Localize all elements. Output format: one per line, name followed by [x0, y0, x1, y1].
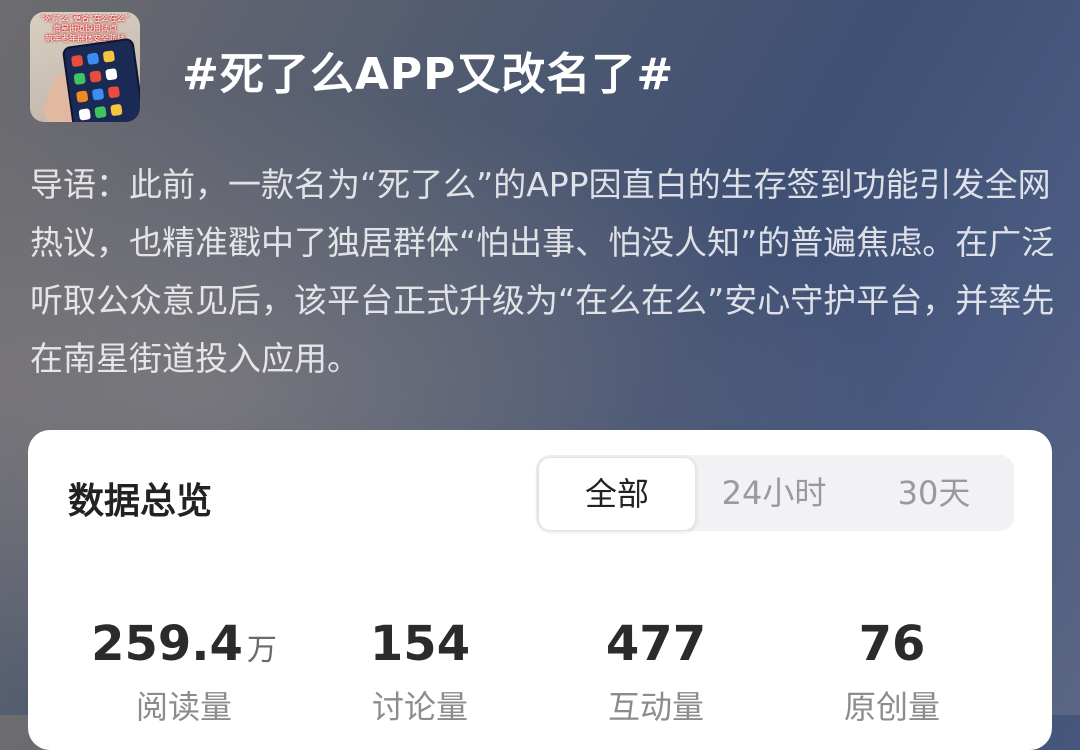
- time-range-segmented-control: 全部 24小时 30天: [536, 455, 1014, 531]
- thumbnail-caption-line-1: “死了么”更名“在么在么”: [40, 14, 130, 23]
- stat-value: 477: [605, 616, 707, 672]
- stat-discussions[interactable]: 154 讨论量: [300, 616, 540, 728]
- stat-value: 154: [369, 616, 471, 672]
- overview-title: 数据总览: [68, 481, 213, 522]
- stat-label: 阅读量: [135, 688, 232, 726]
- tab-24-hours[interactable]: 24小时: [696, 455, 852, 531]
- stat-label: 原创量: [843, 688, 940, 726]
- stat-interactions[interactable]: 477 互动量: [536, 616, 776, 728]
- stat-value: 259.4: [91, 616, 243, 672]
- stat-reads[interactable]: 259.4 万 阅读量: [64, 616, 304, 728]
- stat-unit: 万: [246, 633, 277, 668]
- topic-thumbnail[interactable]: “死了么”更名“在么在么” 南星街道投用试点 筑牢老年群体安全防线: [30, 12, 140, 122]
- tab-all[interactable]: 全部: [538, 457, 696, 531]
- thumbnail-caption-line-2: 南星街道投用试点: [53, 24, 117, 33]
- stat-value: 76: [858, 616, 926, 672]
- tab-30-days[interactable]: 30天: [856, 455, 1012, 531]
- phone-image: [61, 37, 140, 122]
- stat-originals[interactable]: 76 原创量: [772, 616, 1012, 728]
- data-overview-card: 数据总览 全部 24小时 30天 259.4 万 阅读量 154 讨论量 477 …: [28, 430, 1052, 750]
- stat-label: 讨论量: [371, 688, 468, 726]
- stat-label: 互动量: [607, 688, 704, 726]
- topic-intro: 导语：此前，一款名为“死了么”的APP因直白的生存签到功能引发全网热议，也精准戳…: [30, 165, 1055, 378]
- topic-title: #死了么APP又改名了#: [182, 49, 675, 100]
